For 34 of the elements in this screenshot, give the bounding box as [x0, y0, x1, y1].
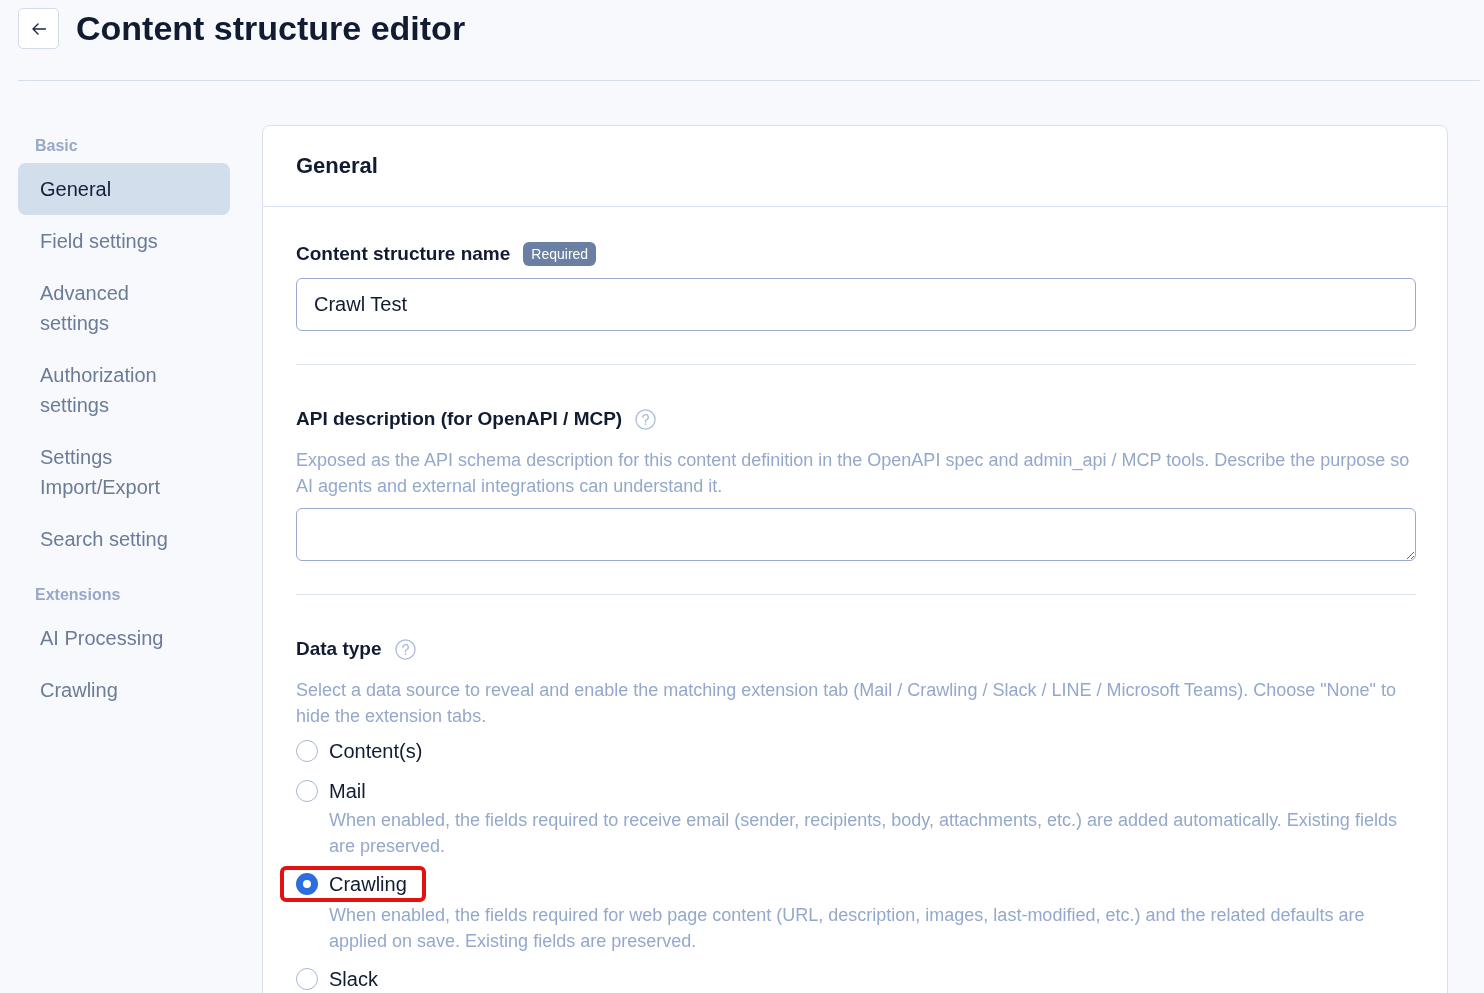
field-label: API description (for OpenAPI / MCP) — [296, 407, 623, 431]
sidebar-item[interactable]: Authorization settings — [18, 349, 230, 431]
sidebar-item[interactable]: Settings Import/Export — [18, 431, 230, 513]
radio-button[interactable] — [296, 873, 318, 895]
sidebar-item[interactable]: Field settings — [18, 215, 230, 267]
textarea-field[interactable] — [296, 508, 1416, 561]
radio-button[interactable] — [296, 740, 318, 762]
sidebar-section-heading: Extensions — [34, 585, 122, 605]
field-description: Select a data source to reveal and enable the matching extension tab (Mail / Crawling / Slack / LINE / Microsoft Teams). Choose "None" to hide the extension tabs. — [296, 679, 1397, 728]
sidebar-item[interactable]: General — [18, 163, 230, 215]
radio-button[interactable] — [296, 968, 318, 990]
page-title: Content structure editor — [76, 8, 466, 49]
radio-label[interactable]: Mail — [329, 779, 366, 803]
radio-label[interactable]: Slack — [329, 967, 378, 991]
sidebar-item[interactable]: Crawling — [18, 664, 230, 716]
back-button[interactable] — [18, 8, 59, 49]
arrow-left-icon — [31, 22, 46, 35]
option-description: When enabled, the fields required to receive email (sender, recipients, body, attachments, etc.) are added automatically. Existing fields are preserved. — [329, 809, 1398, 858]
help-icon[interactable] — [635, 408, 657, 430]
required-badge: Required — [523, 242, 597, 266]
option-description: When enabled, the fields required for web page content (URL, description, images, last-modified, etc.) and the related defaults are applied on save. Existing fields are preserved. — [329, 904, 1366, 953]
help-icon[interactable] — [394, 638, 416, 660]
sidebar-item[interactable]: AI Processing — [18, 612, 230, 664]
radio-button[interactable] — [296, 780, 318, 802]
text-input[interactable]: Crawl Test — [296, 278, 1416, 331]
radio-label[interactable]: Crawling — [329, 872, 407, 896]
field-description: Exposed as the API schema description for this content definition in the OpenAPI spec and admin_api / MCP tools. Describe the purpose so AI agents and external integrations can understand it. — [296, 449, 1411, 498]
sidebar-item[interactable]: Advanced settings — [18, 267, 230, 349]
field-label: Data type — [296, 637, 382, 661]
panel-title: General — [296, 152, 378, 180]
radio-label[interactable]: Content(s) — [329, 739, 423, 763]
sidebar-item[interactable]: Search setting — [18, 513, 230, 565]
sidebar-section-heading: Basic — [34, 136, 79, 156]
field-label: Content structure name — [296, 242, 511, 266]
